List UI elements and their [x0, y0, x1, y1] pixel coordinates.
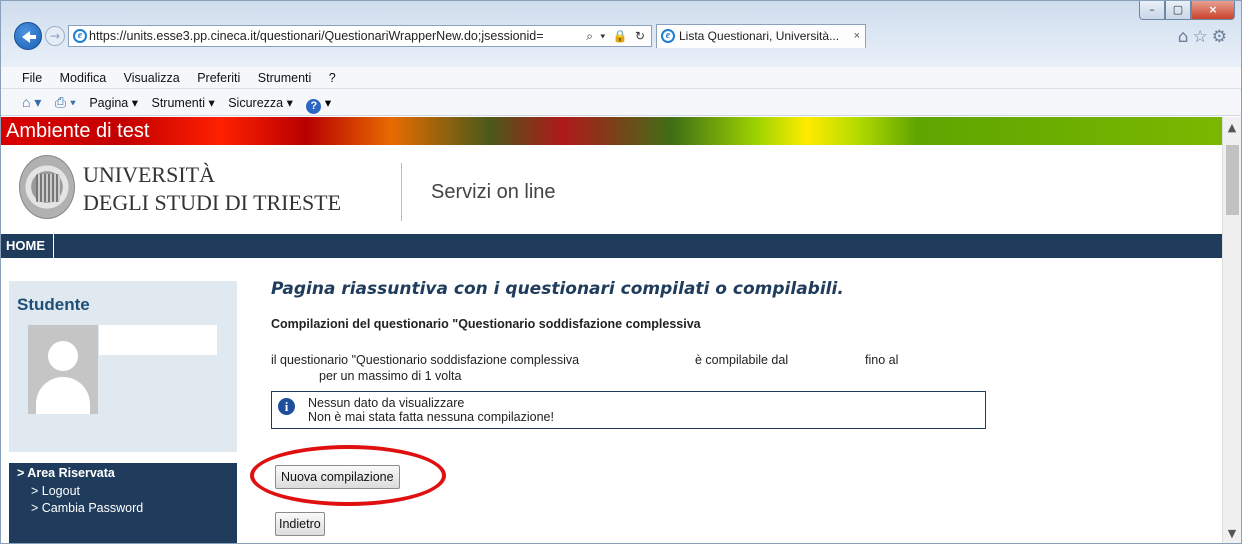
- ie-icon: e: [73, 29, 87, 43]
- menu-modifica[interactable]: Modifica: [60, 71, 107, 85]
- menu-visualizza[interactable]: Visualizza: [124, 71, 180, 85]
- cmd-pagina[interactable]: Pagina ▾: [89, 96, 138, 110]
- info-icon: i: [278, 398, 295, 415]
- command-bar: ⌂ ▾ ⎙ ▾ Pagina ▾ Strumenti ▾ Sicurezza ▾…: [1, 89, 1241, 116]
- university-name[interactable]: UNIVERSITÀ DEGLI STUDI DI TRIESTE: [83, 161, 341, 217]
- reserved-area-panel: > Area Riservata > Logout > Cambia Passw…: [9, 463, 237, 543]
- home-icon[interactable]: ⌂ ▾: [22, 94, 41, 110]
- cmd-strumenti[interactable]: Strumenti ▾: [151, 96, 214, 110]
- browser-window: → e https://units.esse3.pp.cineca.it/que…: [0, 0, 1242, 544]
- main-navbar: HOME: [1, 234, 1222, 258]
- menu-preferiti[interactable]: Preferiti: [197, 71, 240, 85]
- info-message-line2: Non è mai stata fatta nessuna compilazio…: [308, 410, 554, 424]
- test-environment-banner: Ambiente di test: [1, 117, 1222, 145]
- web-page: Ambiente di test UNIVERSITÀ DEGLI STUDI …: [1, 117, 1241, 543]
- address-tools-icons[interactable]: ⌕ ▾ 🔒 ↻: [586, 26, 647, 46]
- university-name-line1: UNIVERSITÀ: [83, 162, 215, 187]
- questionnaire-to-label: fino al: [865, 353, 899, 367]
- menu-bar: File Modifica Visualizza Preferiti Strum…: [1, 67, 1241, 89]
- tab-close-icon[interactable]: ×: [854, 25, 860, 47]
- address-url: https://units.esse3.pp.cineca.it/questio…: [89, 29, 544, 43]
- nav-home-link[interactable]: HOME: [6, 234, 54, 258]
- maximize-button[interactable]: ▢: [1165, 1, 1191, 20]
- info-message-box: i Nessun dato da visualizzare Non è mai …: [271, 391, 986, 429]
- questionnaire-subtitle: Compilazioni del questionario "Questiona…: [271, 317, 701, 331]
- university-seal-icon[interactable]: [19, 155, 75, 219]
- test-environment-label: Ambiente di test: [6, 120, 150, 142]
- address-bar[interactable]: e https://units.esse3.pp.cineca.it/quest…: [68, 25, 652, 47]
- menu-file[interactable]: File: [22, 71, 42, 85]
- red-highlight-circle: [250, 445, 446, 506]
- help-dropdown-icon[interactable]: ▾: [325, 96, 331, 110]
- menu-strumenti[interactable]: Strumenti: [258, 71, 312, 85]
- page-scrollbar[interactable]: ▲ ▼: [1222, 117, 1241, 543]
- help-icon[interactable]: ?: [306, 99, 322, 114]
- area-riservata-link[interactable]: > Area Riservata: [17, 465, 115, 482]
- back-button[interactable]: [14, 22, 42, 50]
- cmd-sicurezza[interactable]: Sicurezza ▾: [228, 96, 293, 110]
- scroll-up-icon[interactable]: ▲: [1223, 119, 1241, 137]
- avatar: [28, 325, 98, 414]
- back-page-button[interactable]: Indietro: [275, 512, 325, 536]
- student-name-box: [99, 325, 217, 355]
- student-panel: Studente: [9, 281, 237, 452]
- close-window-button[interactable]: ×: [1191, 1, 1235, 20]
- questionnaire-from-label: è compilabile dal: [695, 353, 789, 367]
- scroll-down-icon[interactable]: ▼: [1223, 525, 1241, 543]
- university-name-line2: DEGLI STUDI DI TRIESTE: [83, 190, 342, 215]
- header-divider: [401, 163, 402, 221]
- services-title: Servizi on line: [431, 181, 556, 203]
- page-title: Pagina riassuntiva con i questionari com…: [271, 279, 844, 299]
- window-controls: – ▢ ×: [1139, 1, 1235, 21]
- forward-button[interactable]: →: [45, 26, 65, 46]
- logout-link[interactable]: > Logout: [31, 483, 80, 500]
- questionnaire-max-text: per un massimo di 1 volta: [319, 369, 462, 383]
- student-title: Studente: [17, 295, 90, 314]
- tab-lista-questionari[interactable]: e Lista Questionari, Università... ×: [656, 24, 866, 48]
- tab-title: Lista Questionari, Università...: [679, 29, 840, 43]
- print-icon[interactable]: ⎙ ▾: [55, 94, 76, 110]
- browser-titlebar: → e https://units.esse3.pp.cineca.it/que…: [1, 1, 1241, 67]
- main-content: Pagina riassuntiva con i questionari com…: [271, 273, 1211, 543]
- minimize-button[interactable]: –: [1139, 1, 1165, 20]
- site-header: UNIVERSITÀ DEGLI STUDI DI TRIESTE Serviz…: [1, 145, 1222, 234]
- info-message-line1: Nessun dato da visualizzare: [308, 396, 465, 410]
- questionnaire-text: il questionario "Questionario soddisfazi…: [271, 353, 580, 367]
- sidebar: Studente > Area Riservata > Logout > Cam…: [9, 281, 237, 543]
- scroll-thumb[interactable]: [1226, 145, 1239, 215]
- menu-help[interactable]: ?: [329, 71, 336, 85]
- ie-tab-icon: e: [661, 29, 675, 43]
- change-password-link[interactable]: > Cambia Password: [31, 500, 143, 517]
- home-favorites-settings-icons[interactable]: ⌂☆⚙: [1178, 27, 1231, 47]
